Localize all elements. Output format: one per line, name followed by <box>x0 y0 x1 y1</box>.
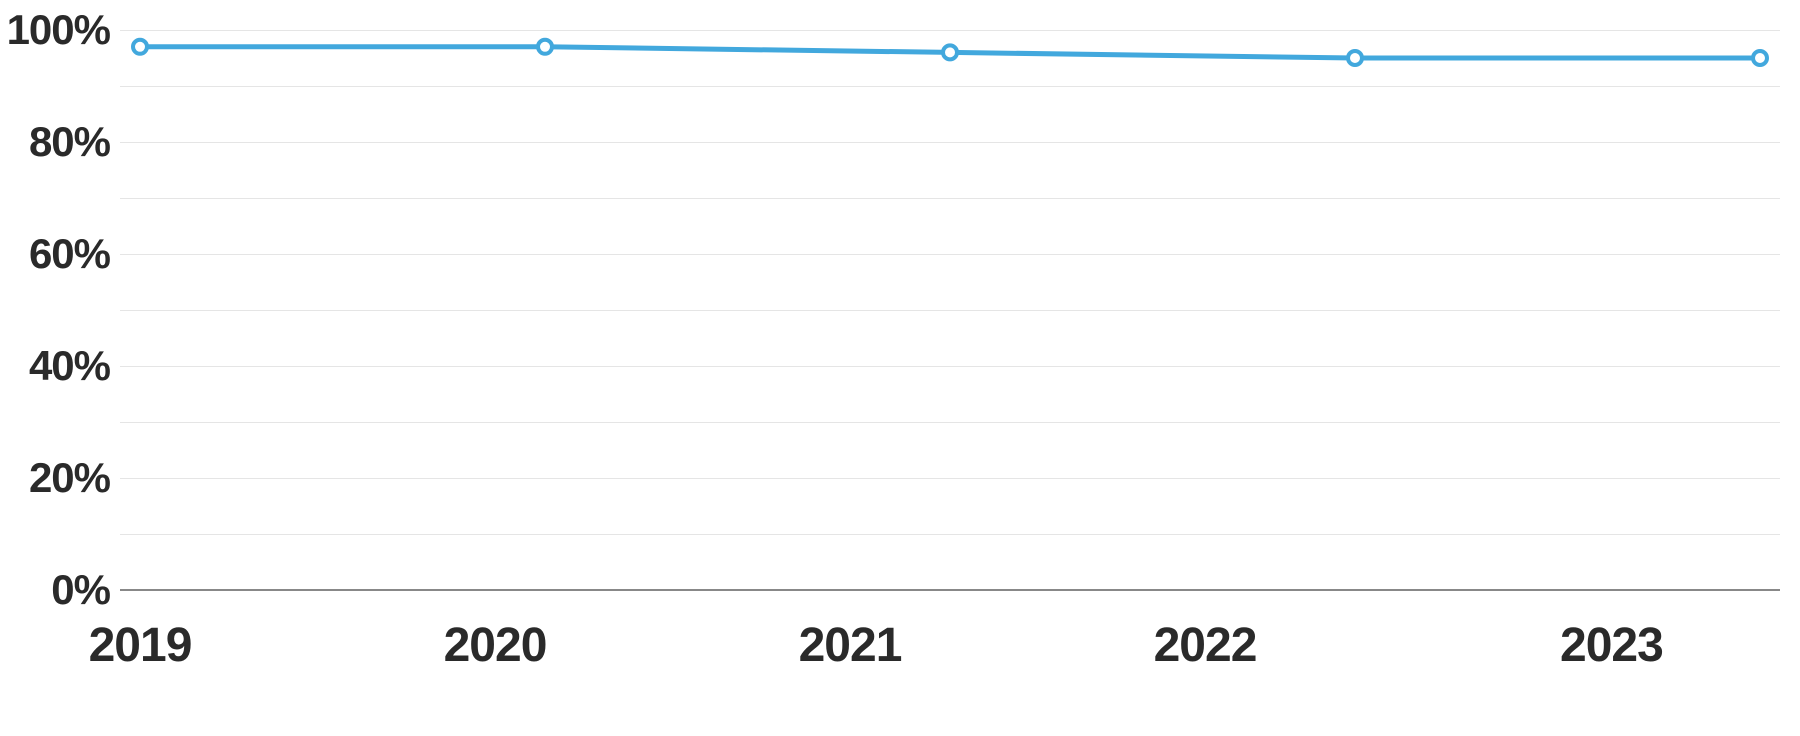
x-tick-label: 2021 <box>799 618 902 673</box>
y-tick-label: 40% <box>29 342 110 390</box>
x-tick-label: 2019 <box>89 618 192 673</box>
y-tick-label: 0% <box>51 566 110 614</box>
x-tick-label: 2022 <box>1154 618 1257 673</box>
y-tick-label: 60% <box>29 230 110 278</box>
x-tick-label: 2020 <box>444 618 547 673</box>
data-point <box>538 40 552 54</box>
data-point <box>1348 51 1362 65</box>
x-tick-label: 2023 <box>1560 618 1663 673</box>
y-tick-label: 100% <box>7 6 110 54</box>
line-series <box>120 30 1780 590</box>
line-chart: 100% 80% 60% 40% 20% 0% 2019 2020 2021 2… <box>0 0 1800 736</box>
data-point <box>943 45 957 59</box>
y-tick-label: 80% <box>29 118 110 166</box>
plot-area <box>120 30 1780 590</box>
data-point <box>1753 51 1767 65</box>
data-point <box>133 40 147 54</box>
y-tick-label: 20% <box>29 454 110 502</box>
